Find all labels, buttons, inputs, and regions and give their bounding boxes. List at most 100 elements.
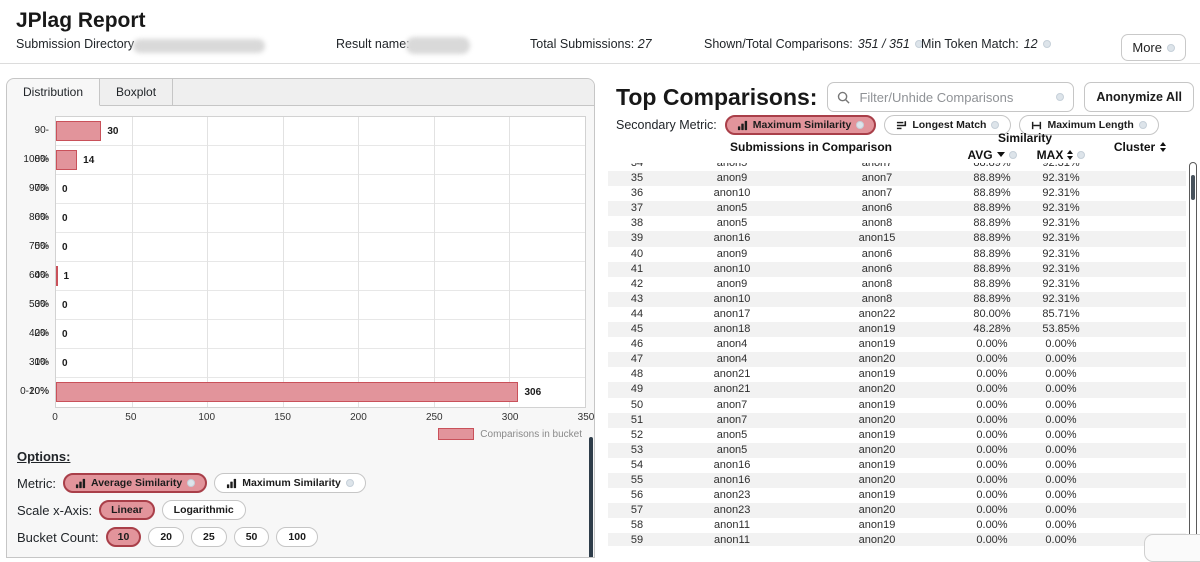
comparison-row[interactable]: 56anon23anon190.00%0.00% bbox=[608, 488, 1186, 503]
sort-cluster-header[interactable]: Cluster bbox=[1094, 140, 1186, 154]
table-scrollbar-thumb[interactable] bbox=[1191, 175, 1195, 200]
left-panel-scrollbar-thumb[interactable] bbox=[589, 437, 593, 558]
comparison-row[interactable]: 54anon16anon190.00%0.00% bbox=[608, 458, 1186, 473]
submission-b: anon6 bbox=[798, 262, 956, 277]
chart-x-axis: 050100150200250300350 bbox=[55, 408, 586, 425]
submission-a: anon23 bbox=[666, 488, 798, 503]
submission-b: anon19 bbox=[798, 518, 956, 533]
max-similarity: 0.00% bbox=[1028, 473, 1094, 488]
submission-a: anon9 bbox=[666, 277, 798, 292]
cluster-cell bbox=[1094, 231, 1186, 246]
secondary-metric-label: Maximum Similarity bbox=[753, 119, 852, 131]
search-input[interactable] bbox=[857, 89, 1049, 106]
comparison-row[interactable]: 37anon5anon688.89%92.31% bbox=[608, 201, 1186, 216]
submission-a: anon4 bbox=[666, 337, 798, 352]
comparison-row[interactable]: 42anon9anon888.89%92.31% bbox=[608, 277, 1186, 292]
total-submissions-label: Total Submissions: bbox=[530, 37, 634, 51]
comparison-row[interactable]: 59anon11anon200.00%0.00% bbox=[608, 533, 1186, 546]
comparison-row[interactable]: 55anon16anon200.00%0.00% bbox=[608, 473, 1186, 488]
x-tick-label: 100 bbox=[198, 412, 215, 423]
comparison-row[interactable]: 53anon5anon200.00%0.00% bbox=[608, 443, 1186, 458]
bucket-label: 50-60% bbox=[15, 232, 55, 261]
comparison-row[interactable]: 57anon23anon200.00%0.00% bbox=[608, 503, 1186, 518]
comparison-row[interactable]: 52anon5anon190.00%0.00% bbox=[608, 428, 1186, 443]
comparison-row[interactable]: 50anon7anon190.00%0.00% bbox=[608, 398, 1186, 413]
scale-option-logarithmic[interactable]: Logarithmic bbox=[162, 500, 246, 520]
scale-option-linear[interactable]: Linear bbox=[99, 500, 155, 520]
distribution-bar[interactable] bbox=[56, 266, 58, 286]
submission-b: anon6 bbox=[798, 247, 956, 262]
bucket-option-10[interactable]: 10 bbox=[106, 527, 142, 547]
comparison-index: 37 bbox=[608, 201, 666, 216]
sort-both-icon bbox=[1160, 142, 1166, 152]
comparison-search-box[interactable] bbox=[827, 82, 1074, 112]
sort-desc-icon bbox=[997, 152, 1005, 157]
secondary-metric-label: Maximum Length bbox=[1047, 119, 1133, 131]
avg-similarity: 0.00% bbox=[956, 473, 1028, 488]
comparison-row[interactable]: 39anon16anon1588.89%92.31% bbox=[608, 231, 1186, 246]
submission-a: anon23 bbox=[666, 503, 798, 518]
submission-a: anon11 bbox=[666, 533, 798, 546]
comparison-row[interactable]: 40anon9anon688.89%92.31% bbox=[608, 247, 1186, 262]
chart-legend: Comparisons in bucket bbox=[15, 428, 582, 440]
comparison-index: 39 bbox=[608, 231, 666, 246]
submission-a: anon5 bbox=[666, 443, 798, 458]
bucket-label: 60-70% bbox=[15, 203, 55, 232]
similarity-group-header: Similarity bbox=[956, 131, 1094, 146]
comparison-row[interactable]: 48anon21anon190.00%0.00% bbox=[608, 367, 1186, 382]
submission-b: anon19 bbox=[798, 337, 956, 352]
distribution-bar[interactable] bbox=[56, 382, 518, 402]
sort-max-header[interactable]: MAX bbox=[1028, 146, 1094, 163]
submission-a: anon4 bbox=[666, 352, 798, 367]
comparison-row[interactable]: 46anon4anon190.00%0.00% bbox=[608, 337, 1186, 352]
comparison-row[interactable]: 34anon5anon788.89%92.31% bbox=[608, 163, 1186, 171]
search-icon bbox=[837, 91, 850, 104]
comparison-index: 46 bbox=[608, 337, 666, 352]
avg-similarity: 0.00% bbox=[956, 413, 1028, 428]
avg-similarity: 88.89% bbox=[956, 292, 1028, 307]
comparison-row[interactable]: 43anon10anon888.89%92.31% bbox=[608, 292, 1186, 307]
comparison-row[interactable]: 44anon17anon2280.00%85.71% bbox=[608, 307, 1186, 322]
submission-a: anon21 bbox=[666, 382, 798, 397]
anonymize-all-button[interactable]: Anonymize All bbox=[1084, 82, 1194, 112]
metric-option-average-similarity[interactable]: Average Similarity bbox=[63, 473, 207, 493]
tab-boxplot[interactable]: Boxplot bbox=[100, 79, 173, 105]
comparison-row[interactable]: 47anon4anon200.00%0.00% bbox=[608, 352, 1186, 367]
sort-avg-header[interactable]: AVG bbox=[956, 146, 1028, 163]
cluster-header-label: Cluster bbox=[1114, 140, 1155, 154]
options-heading: Options: bbox=[17, 449, 594, 464]
submission-a: anon7 bbox=[666, 413, 798, 428]
info-icon[interactable] bbox=[1043, 40, 1051, 48]
comparison-row[interactable]: 58anon11anon190.00%0.00% bbox=[608, 518, 1186, 533]
bucket-option-20[interactable]: 20 bbox=[148, 527, 184, 547]
comparison-row[interactable]: 51anon7anon200.00%0.00% bbox=[608, 413, 1186, 428]
submission-b: anon19 bbox=[798, 322, 956, 337]
avg-similarity: 0.00% bbox=[956, 398, 1028, 413]
distribution-bar[interactable] bbox=[56, 121, 101, 141]
distribution-bar[interactable] bbox=[56, 150, 77, 170]
bucket-option-25[interactable]: 25 bbox=[191, 527, 227, 547]
bar-value-label: 306 bbox=[524, 378, 541, 407]
comparison-row[interactable]: 49anon21anon200.00%0.00% bbox=[608, 382, 1186, 397]
submission-b: anon20 bbox=[798, 503, 956, 518]
submission-b: anon6 bbox=[798, 201, 956, 216]
more-button[interactable]: More bbox=[1121, 34, 1186, 61]
metric-option-maximum-similarity[interactable]: Maximum Similarity bbox=[214, 473, 366, 493]
max-similarity: 0.00% bbox=[1028, 518, 1094, 533]
comparison-row[interactable]: 38anon5anon888.89%92.31% bbox=[608, 216, 1186, 231]
comparison-row[interactable]: 45anon18anon1948.28%53.85% bbox=[608, 322, 1186, 337]
tab-distribution[interactable]: Distribution bbox=[7, 79, 100, 106]
bucket-option-100[interactable]: 100 bbox=[276, 527, 318, 547]
top-comparisons-panel: Top Comparisons: Anonymize All Secondary… bbox=[608, 76, 1200, 546]
comparison-row[interactable]: 36anon10anon788.89%92.31% bbox=[608, 186, 1186, 201]
submission-b: anon8 bbox=[798, 292, 956, 307]
bucket-option-50[interactable]: 50 bbox=[234, 527, 270, 547]
chart-bar-row: 0 bbox=[56, 291, 585, 320]
submission-b: anon19 bbox=[798, 428, 956, 443]
submission-b: anon8 bbox=[798, 216, 956, 231]
comparison-row[interactable]: 35anon9anon788.89%92.31% bbox=[608, 171, 1186, 186]
comparison-index: 38 bbox=[608, 216, 666, 231]
table-scrollbar[interactable] bbox=[1189, 162, 1197, 544]
cluster-cell bbox=[1094, 216, 1186, 231]
comparison-row[interactable]: 41anon10anon688.89%92.31% bbox=[608, 262, 1186, 277]
